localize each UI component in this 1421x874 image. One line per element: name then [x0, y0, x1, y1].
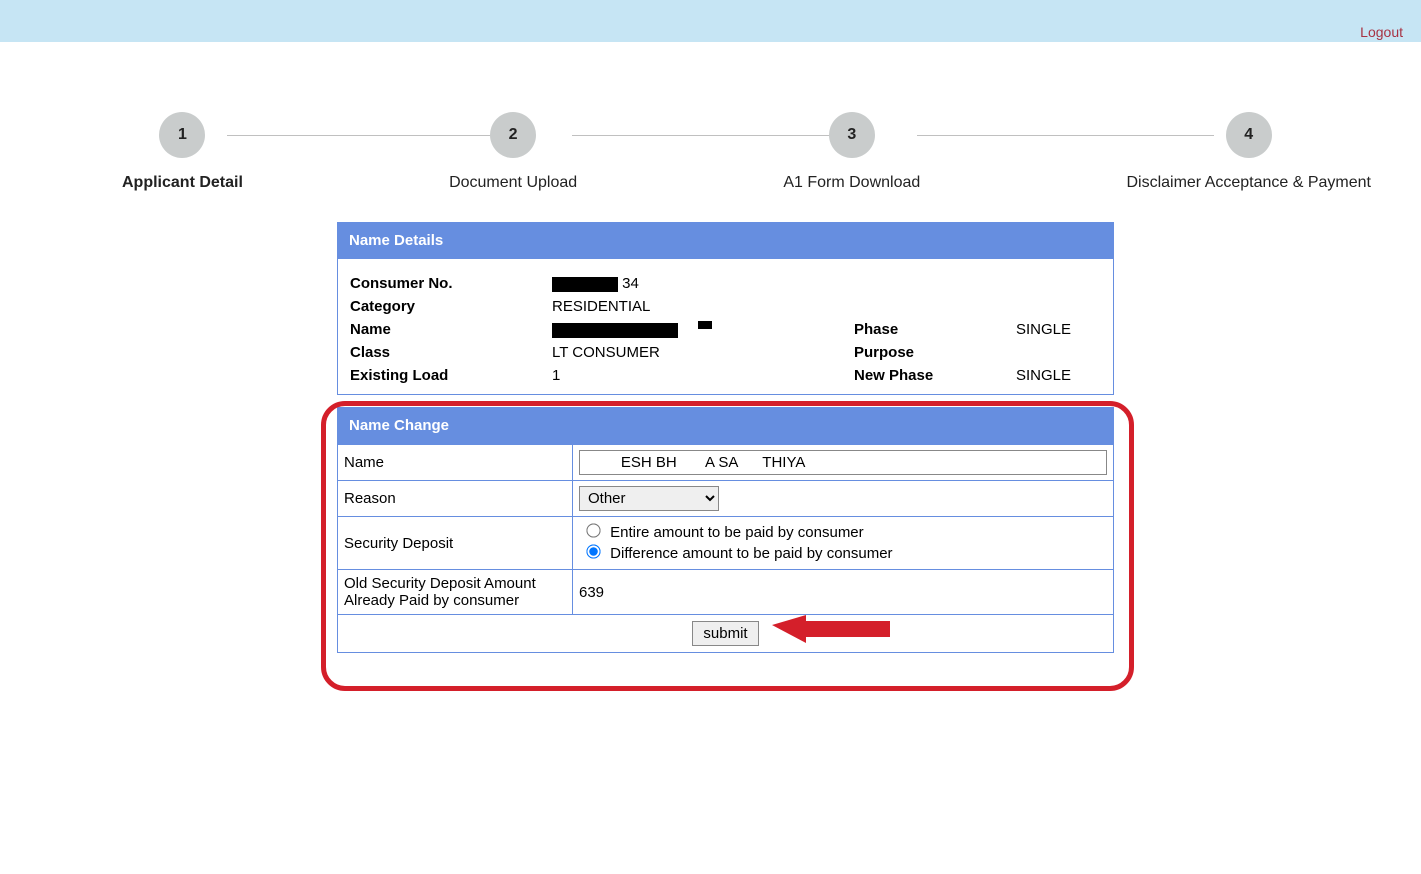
- new-phase-label: New Phase: [844, 365, 1004, 386]
- consumer-no-value: 34: [542, 273, 842, 294]
- class-value: LT CONSUMER: [542, 342, 842, 363]
- content-wrapper: 1 Applicant Detail 2 Document Upload 3 A…: [22, 42, 1421, 713]
- stepper: 1 Applicant Detail 2 Document Upload 3 A…: [22, 42, 1421, 222]
- namechange-reason-label: Reason: [338, 481, 573, 517]
- step-number: 4: [1226, 112, 1272, 158]
- radio-entire-label[interactable]: Entire amount to be paid by consumer: [579, 522, 1107, 543]
- logout-link[interactable]: Logout: [1360, 24, 1403, 40]
- phase-label: Phase: [844, 319, 1004, 340]
- class-label: Class: [340, 342, 540, 363]
- name-value: [542, 319, 842, 340]
- radio-difference[interactable]: [586, 544, 600, 558]
- namechange-name-input[interactable]: [579, 450, 1107, 475]
- namechange-reason-select[interactable]: Other: [579, 486, 719, 511]
- radio-difference-label[interactable]: Difference amount to be paid by consumer: [579, 543, 1107, 564]
- category-label: Category: [340, 296, 540, 317]
- radio-entire[interactable]: [586, 523, 600, 537]
- step-a1-form-download[interactable]: 3 A1 Form Download: [783, 112, 920, 192]
- old-deposit-label: Old Security Deposit Amount Already Paid…: [338, 570, 573, 615]
- step-applicant-detail[interactable]: 1 Applicant Detail: [122, 112, 243, 192]
- name-change-header: Name Change: [337, 407, 1114, 444]
- name-label: Name: [340, 319, 540, 340]
- step-number: 2: [490, 112, 536, 158]
- category-value: RESIDENTIAL: [542, 296, 842, 317]
- name-details-panel: Consumer No. 34 Category RESIDENTIAL Nam…: [337, 259, 1114, 395]
- old-deposit-value: 639: [573, 570, 1114, 615]
- security-deposit-label: Security Deposit: [338, 517, 573, 570]
- step-number: 3: [829, 112, 875, 158]
- name-details-header: Name Details: [337, 222, 1114, 259]
- existing-load-label: Existing Load: [340, 365, 540, 386]
- submit-button[interactable]: submit: [692, 621, 758, 646]
- phase-value: SINGLE: [1006, 319, 1111, 340]
- radio-entire-text: Entire amount to be paid by consumer: [610, 524, 863, 541]
- namechange-name-label: Name: [338, 445, 573, 481]
- purpose-value: [1006, 342, 1111, 363]
- radio-difference-text: Difference amount to be paid by consumer: [610, 545, 892, 562]
- consumer-no-label: Consumer No.: [340, 273, 540, 294]
- step-disclaimer-payment[interactable]: 4 Disclaimer Acceptance & Payment: [1126, 112, 1371, 192]
- purpose-label: Purpose: [844, 342, 1004, 363]
- new-phase-value: SINGLE: [1006, 365, 1111, 386]
- step-label: A1 Form Download: [783, 174, 920, 192]
- step-label: Applicant Detail: [122, 174, 243, 192]
- step-label: Document Upload: [449, 174, 577, 192]
- step-label: Disclaimer Acceptance & Payment: [1126, 174, 1371, 192]
- step-document-upload[interactable]: 2 Document Upload: [449, 112, 577, 192]
- step-number: 1: [159, 112, 205, 158]
- existing-load-value: 1: [542, 365, 842, 386]
- top-bar: Logout: [0, 0, 1421, 42]
